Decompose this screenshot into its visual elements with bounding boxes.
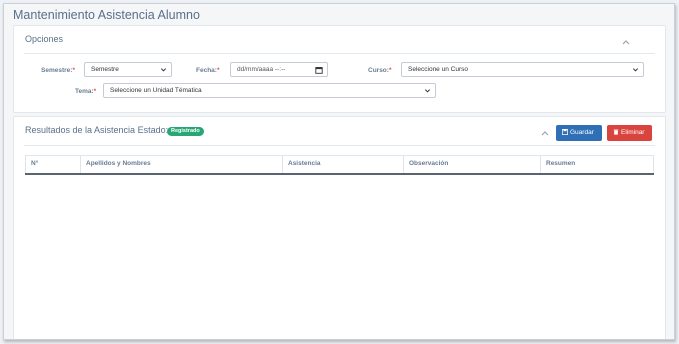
results-panel: Resultados de la Asistencia Estado: Regi… [13,116,666,339]
tema-select[interactable]: Seleccione un Unidad Tématica [103,83,436,98]
chevron-down-icon [160,68,167,72]
chevron-down-icon [424,89,431,93]
options-panel: Opciones Semestre:* Semestre Fecha:* dd/… [13,25,666,113]
semestre-select[interactable]: Semestre [84,62,172,77]
column-header-name: Apellidos y Nombres [81,156,283,173]
column-header-number: N° [25,156,81,173]
fecha-input[interactable]: dd/mm/aaaa --:-- [230,62,328,77]
curso-label: Curso:* [368,67,392,74]
results-title: Resultados de la Asistencia Estado: [25,125,169,135]
floppy-disk-icon [562,129,568,135]
column-header-attendance: Asistencia [283,156,404,173]
chevron-down-icon [632,68,639,72]
semestre-label: Semestre:* [41,67,75,74]
trash-icon [613,129,619,135]
save-button[interactable]: Guardar [556,125,602,141]
options-title: Opciones [25,34,64,44]
column-header-observation: Observación [404,156,541,173]
page-title: Mantenimiento Asistencia Alumno [13,8,200,22]
delete-button[interactable]: Eliminar [607,125,652,141]
fecha-label: Fecha:* [196,67,220,74]
column-header-summary: Resumen [541,156,654,173]
app-window: Mantenimiento Asistencia Alumno Opciones… [3,3,675,340]
chevron-up-icon[interactable] [540,129,550,137]
tema-label: Tema:* [75,88,97,95]
divider [24,53,655,54]
status-badge: Registrado [167,127,204,136]
attendance-table-header: N° Apellidos y Nombres Asistencia Observ… [25,155,654,175]
curso-select[interactable]: Seleccione un Curso [401,62,644,77]
divider [24,145,655,146]
chevron-up-icon[interactable] [621,38,631,46]
calendar-icon[interactable] [315,66,323,74]
